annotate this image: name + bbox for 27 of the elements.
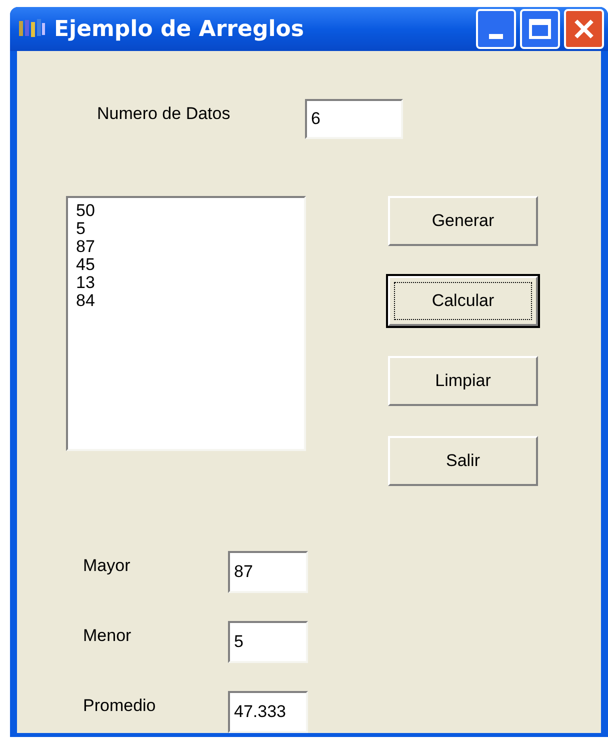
count-field[interactable]: 6: [305, 99, 403, 139]
list-item[interactable]: 87: [76, 238, 95, 256]
app-icon: [18, 18, 46, 40]
push-button[interactable]: Limpiar: [388, 356, 538, 406]
field-label: Promedio: [83, 695, 157, 718]
list-item[interactable]: 84: [76, 292, 95, 310]
list-item[interactable]: 5: [76, 220, 86, 238]
result-field[interactable]: 47.333: [228, 691, 308, 733]
field-label: Numero de Datos: [97, 103, 232, 126]
push-button[interactable]: Calcular: [388, 276, 538, 326]
field-label: Menor: [83, 625, 132, 648]
field-label: Mayor: [83, 555, 132, 578]
minimize-button[interactable]: [476, 9, 516, 49]
close-icon: [573, 18, 595, 40]
maximize-button[interactable]: [520, 9, 560, 49]
list-item[interactable]: 45: [76, 256, 95, 274]
list-item[interactable]: 50: [76, 202, 95, 220]
minimize-icon: [489, 34, 503, 39]
list-item[interactable]: 13: [76, 274, 95, 292]
result-field[interactable]: 5: [228, 621, 308, 663]
push-button[interactable]: Salir: [388, 436, 538, 486]
list-box[interactable]: 50 5 87 45 13 84: [66, 196, 306, 451]
close-button[interactable]: [564, 9, 604, 49]
maximize-icon: [529, 19, 551, 39]
push-button[interactable]: Generar: [388, 196, 538, 246]
window-title: Ejemplo de Arreglos: [54, 16, 305, 44]
result-field[interactable]: 87: [228, 551, 308, 593]
